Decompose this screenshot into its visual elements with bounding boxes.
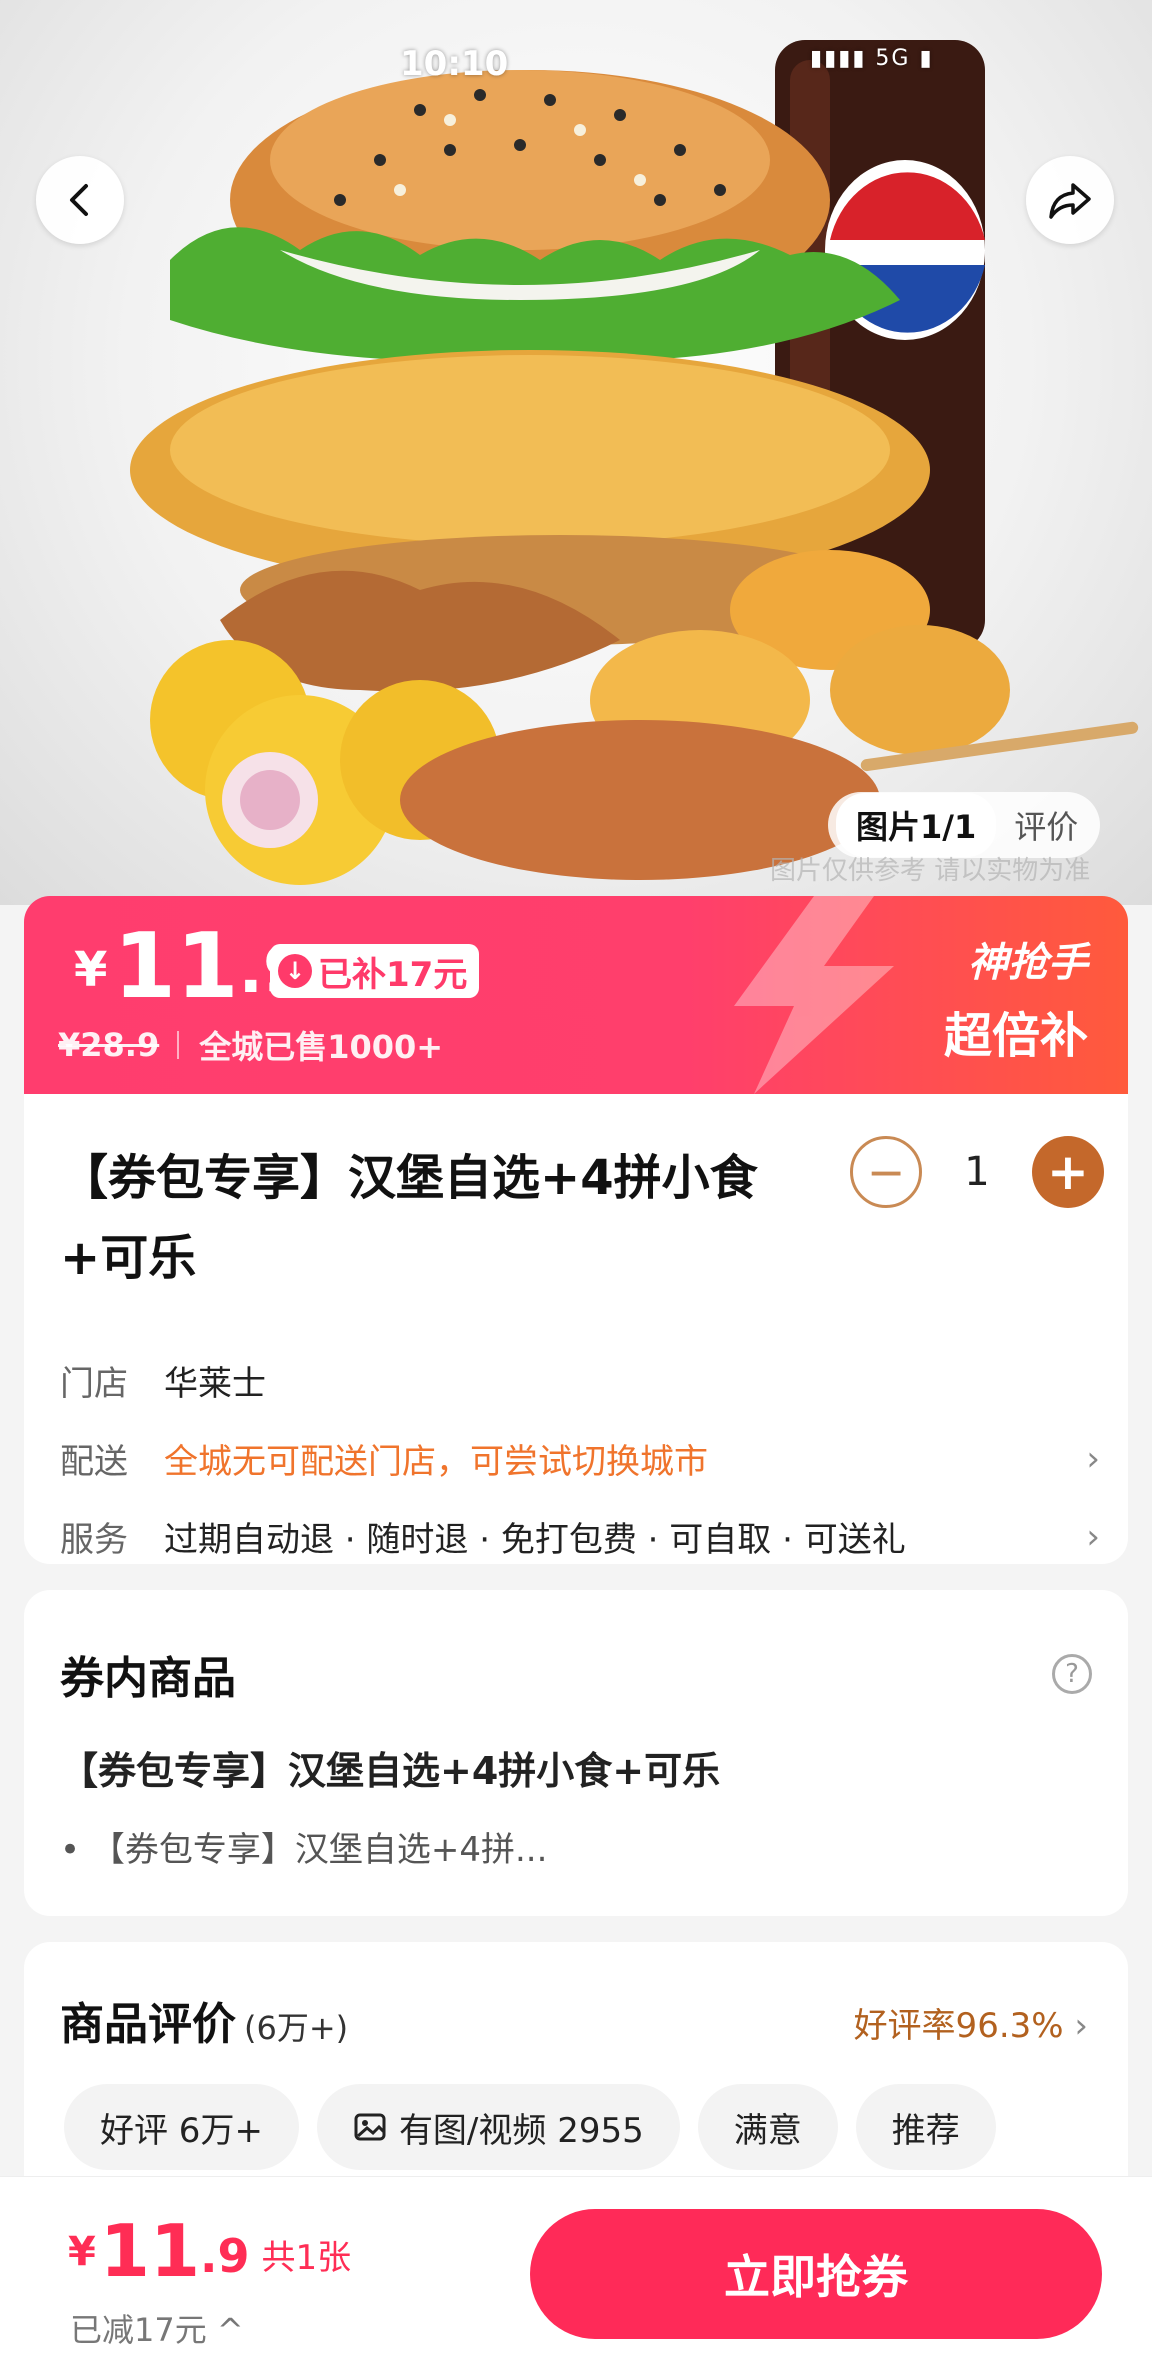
buy-now-button[interactable]: 立即抢券 — [530, 2209, 1102, 2339]
price-meta: ¥28.9 全城已售1000+ — [58, 1022, 443, 1068]
chevron-right-icon: › — [1086, 1516, 1100, 1557]
coupon-item-detail[interactable]: • 【券包专享】汉堡自选+4拼... — [60, 1822, 547, 1871]
quantity-stepper: − 1 + — [850, 1136, 1104, 1208]
service-info: 过期自动退 · 随时退 · 免打包费 · 可自取 · 可送礼 — [164, 1520, 906, 1560]
promo-title: 神抢手 — [968, 940, 1088, 986]
original-price: ¥28.9 — [58, 1026, 160, 1064]
product-info-card: 【券包专享】汉堡自选+4拼小食+可乐 − 1 + 门店 华莱士 配送 全城无可配… — [24, 1094, 1128, 1564]
divider — [177, 1031, 180, 1059]
product-hero-image[interactable]: 10:10 ▮▮▮▮ 5G ▮ 图片1/1 评价 图片仅供参考 请以实物为准 — [0, 0, 1152, 905]
store-name: 华莱士 — [164, 1364, 266, 1404]
service-row[interactable]: 服务 过期自动退 · 随时退 · 免打包费 · 可自取 · 可送礼 › — [60, 1512, 1100, 1561]
tab-photos[interactable]: 图片1/1 — [836, 793, 997, 857]
total-price: ¥ 11 .9 共1张 — [68, 2209, 352, 2293]
image-disclaimer: 图片仅供参考 请以实物为准 — [770, 856, 1091, 886]
discount-detail-toggle[interactable]: 已减17元 ^ — [70, 2305, 244, 2351]
chip-satisfied[interactable]: 满意 — [697, 2084, 838, 2170]
tab-reviews[interactable]: 评价 — [996, 802, 1092, 848]
promo-subtitle: 超倍补 — [943, 1008, 1088, 1064]
signal-icon: ▮▮▮▮ 5G ▮ — [810, 46, 934, 71]
down-arrow-icon: ↓ — [278, 954, 312, 988]
decrease-button[interactable]: − — [850, 1136, 922, 1208]
back-button[interactable] — [36, 156, 124, 244]
quantity-value: 1 — [964, 1149, 990, 1195]
status-bar: 10:10 ▮▮▮▮ 5G ▮ — [0, 44, 1152, 84]
chevron-left-icon — [70, 184, 88, 216]
burger-combo-illustration — [130, 40, 1139, 885]
status-time: 10:10 — [400, 44, 509, 84]
reviews-title: 商品评价 (6万+) — [60, 1999, 349, 2050]
photo-tabs: 图片1/1 评价 — [828, 792, 1101, 858]
increase-button[interactable]: + — [1032, 1136, 1104, 1208]
image-icon — [354, 2113, 386, 2141]
subsidy-badge: ↓ 已补17元 — [270, 944, 480, 998]
lightning-icon — [734, 896, 894, 1094]
share-button[interactable] — [1026, 156, 1114, 244]
coupon-section-title: 券内商品 — [60, 1653, 236, 1704]
coupon-count: 共1张 — [261, 2238, 352, 2278]
sold-count: 全城已售1000+ — [199, 1028, 444, 1066]
reviews-count: (6万+) — [244, 2009, 349, 2047]
product-title: 【券包专享】汉堡自选+4拼小食+可乐 — [60, 1150, 758, 1286]
help-icon[interactable]: ? — [1052, 1654, 1092, 1694]
chip-media[interactable]: 有图/视频 2955 — [316, 2084, 680, 2170]
share-icon — [1049, 183, 1091, 219]
review-filter-chips: 好评 6万+ 有图/视频 2955 满意 推荐 — [64, 2084, 996, 2170]
bottom-action-bar: ¥ 11 .9 共1张 已减17元 ^ 立即抢券 — [0, 2176, 1152, 2376]
chevron-right-icon: › — [1086, 1438, 1100, 1479]
store-row: 门店 华莱士 — [60, 1356, 1100, 1405]
chip-positive[interactable]: 好评 6万+ — [64, 2084, 299, 2170]
chevron-right-icon: › — [1074, 2006, 1088, 2046]
delivery-row[interactable]: 配送 全城无可配送门店，可尝试切换城市 › — [60, 1434, 1100, 1483]
coupon-contents-card: 券内商品 ? 【券包专享】汉堡自选+4拼小食+可乐 • 【券包专享】汉堡自选+4… — [24, 1590, 1128, 1916]
chevron-up-icon: ^ — [216, 2311, 244, 2349]
delivery-info: 全城无可配送门店，可尝试切换城市 — [164, 1442, 708, 1482]
coupon-item-title: 【券包专享】汉堡自选+4拼小食+可乐 — [60, 1749, 721, 1793]
chip-recommend[interactable]: 推荐 — [855, 2084, 996, 2170]
price-banner: ¥ 11 .9 ↓ 已补17元 ¥28.9 全城已售1000+ 神抢手 超倍补 — [24, 896, 1128, 1094]
positive-rate-link[interactable]: 好评率96.3% › — [854, 1998, 1088, 2047]
